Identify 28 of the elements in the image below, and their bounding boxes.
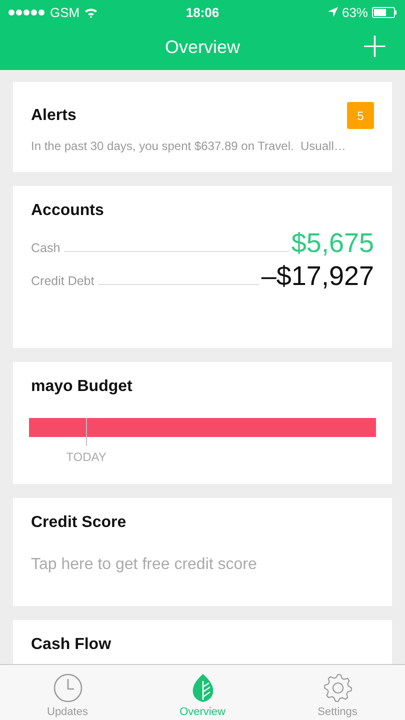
tab-item[interactable]: Updates [0, 665, 135, 720]
account-amount: $5,675 [291, 228, 374, 259]
account-label: Cash [31, 241, 60, 255]
alert-message: In the past 30 days, you spent $637.89 on Travel. Usuall… [31, 139, 347, 153]
credit-score-prompt[interactable]: Tap here to get free credit score [31, 556, 374, 574]
tab-item[interactable]: Settings [270, 665, 405, 720]
today-label: TODAY [66, 450, 106, 464]
battery-icon [372, 6, 397, 18]
card-title: Alerts [31, 106, 76, 124]
leaf-icon [192, 673, 214, 703]
battery-percent: 63% [342, 4, 368, 20]
clock-icon [52, 673, 82, 703]
tab-item[interactable]: Overview [135, 665, 270, 720]
wifi-icon [84, 6, 98, 18]
card-title: Credit Score [31, 514, 128, 532]
account-amount: –$17,927 [261, 261, 374, 292]
carrier-name: GSM [50, 4, 80, 20]
card-title: Accounts [31, 202, 105, 220]
screen-title: Overview [164, 36, 240, 58]
card-title: mayo Budget [31, 378, 134, 396]
settings-icon [322, 673, 352, 703]
alert-count-badge: 5 [347, 102, 374, 129]
account-label: Credit Debt [31, 274, 94, 288]
clock-time: 18:06 [186, 4, 220, 20]
signal-icon [8, 8, 46, 16]
location-icon [328, 7, 338, 17]
add-button[interactable]: + [356, 29, 393, 63]
card-title: Cash Flow [31, 636, 112, 654]
